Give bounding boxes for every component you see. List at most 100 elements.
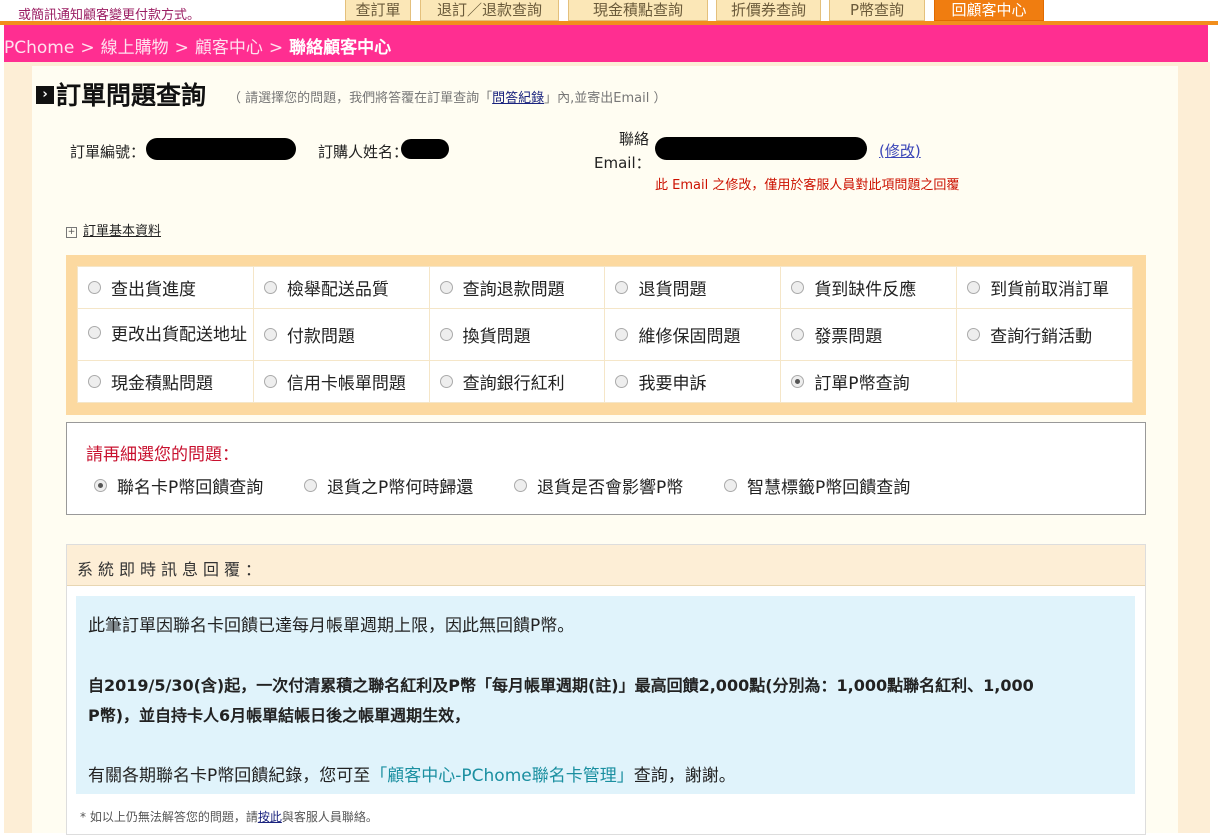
question-label: 現金積點問題 — [111, 374, 213, 394]
question-label: 付款問題 — [286, 327, 355, 347]
question-label: 查詢行銷活動 — [990, 327, 1093, 347]
radio-selected-icon[interactable] — [791, 375, 805, 388]
question-empty-cell — [956, 360, 1133, 403]
response-p3-post: 查詢，謝謝。 — [633, 766, 736, 786]
buyer-name-redacted — [401, 139, 449, 159]
tab-coupon-query[interactable]: 折價券查詢 — [716, 0, 821, 21]
sub-question-title: 請再細選您的問題： — [86, 445, 239, 465]
footnote: * 如以上仍無法解答您的問題，請按此與客服人員聯絡。 — [80, 808, 378, 825]
radio-icon[interactable] — [439, 375, 453, 388]
breadcrumb-separator: > — [80, 38, 95, 58]
page-title: 訂單問題查詢 — [56, 81, 207, 110]
response-paragraph-2-line-1: 自2019/5/30(含)起，一次付清累積之聯名紅利及P幣「每月帳單週期(註)」… — [88, 676, 1034, 695]
question-label: 信用卡帳單問題 — [286, 374, 406, 394]
response-paragraph-3: 有關各期聯名卡P幣回饋紀錄，您可至「顧客中心-PChome聯名卡管理」查詢，謝謝… — [88, 761, 736, 786]
question-grid: 查出貨進度 檢舉配送品質 查詢退款問題 退貨問題 貨到缺件反應 到貨前取消訂單 … — [77, 266, 1133, 403]
question-option[interactable]: 更改出貨配送地址 — [77, 308, 254, 361]
tab-order-query[interactable]: 查訂單 — [345, 0, 411, 21]
radio-selected-icon[interactable] — [94, 479, 107, 492]
question-option[interactable]: 查詢行銷活動 — [956, 308, 1133, 361]
sub-option[interactable]: 退貨是否會影響P幣 — [510, 473, 683, 498]
title-arrow-icon: › — [36, 86, 54, 104]
contact-service-link[interactable]: 按此 — [258, 810, 282, 824]
radio-icon[interactable] — [88, 375, 101, 388]
response-p3-pre: 有關各期聯名卡P幣回饋紀錄，您可至 — [88, 766, 371, 786]
buyer-name-label: 訂購人姓名： — [318, 143, 409, 161]
question-label: 查出貨進度 — [111, 280, 196, 300]
radio-icon[interactable] — [263, 328, 277, 341]
email-note: 此 Email 之修改，僅用於客服人員對此項問題之回覆 — [655, 178, 960, 193]
radio-icon[interactable] — [724, 479, 737, 492]
edit-email-link[interactable]: (修改) — [879, 140, 921, 161]
response-paragraph-2-line-2: P幣)，並自持卡人6月帳單結帳日後之帳單週期生效， — [88, 706, 471, 725]
tab-customer-center[interactable]: 回顧客中心 — [934, 0, 1044, 21]
question-option[interactable]: 維修保固問題 — [604, 308, 782, 361]
question-label: 換貨問題 — [462, 327, 531, 347]
question-option[interactable]: 我要申訴 — [604, 360, 782, 403]
response-paragraph-1: 此筆訂單因聯名卡回饋已達每月帳單週期上限，因此無回饋P幣。 — [88, 616, 575, 636]
question-option[interactable]: 換貨問題 — [428, 308, 606, 361]
footnote-pre: * 如以上仍無法解答您的問題，請 — [80, 810, 258, 824]
question-label: 維修保固問題 — [638, 327, 741, 347]
radio-icon[interactable] — [967, 328, 981, 341]
radio-icon[interactable] — [263, 375, 277, 388]
breadcrumb-pchome[interactable]: PChome — [4, 38, 74, 58]
question-option[interactable]: 付款問題 — [252, 308, 430, 361]
radio-icon[interactable] — [615, 281, 629, 294]
sub-option-label: 聯名卡P幣回饋查詢 — [117, 478, 264, 498]
title-note-pre: （ 請選擇您的問題，我們將答覆在訂單查詢「 — [228, 91, 493, 106]
radio-icon[interactable] — [514, 479, 527, 492]
qa-record-link[interactable]: 問答紀錄 — [492, 91, 544, 106]
radio-icon[interactable] — [439, 328, 453, 341]
radio-icon[interactable] — [88, 325, 101, 339]
card-management-link[interactable]: 「顧客中心-PChome聯名卡管理」 — [370, 766, 633, 786]
breadcrumb-current: 聯絡顧客中心 — [289, 38, 392, 58]
response-title: 系統即時訊息回覆： — [77, 560, 267, 579]
question-option[interactable]: 到貨前取消訂單 — [956, 266, 1133, 309]
tab-pcoin-query[interactable]: P幣查詢 — [829, 0, 925, 21]
sub-option[interactable]: 智慧標籤P幣回饋查詢 — [720, 473, 910, 498]
question-option[interactable]: 查出貨進度 — [77, 266, 254, 309]
radio-icon[interactable] — [791, 281, 805, 294]
question-option[interactable]: 查詢退款問題 — [428, 266, 606, 309]
title-note: （ 請選擇您的問題，我們將答覆在訂單查詢「問答紀錄」內,並寄出Email ） — [228, 87, 667, 106]
sub-option[interactable]: 退貨之P幣何時歸還 — [300, 473, 473, 498]
radio-icon[interactable] — [791, 328, 805, 341]
sub-option-selected[interactable]: 聯名卡P幣回饋查詢 — [90, 473, 263, 498]
email-redacted — [655, 137, 867, 160]
question-option[interactable]: 發票問題 — [780, 308, 958, 361]
question-option[interactable]: 查詢銀行紅利 — [428, 360, 606, 403]
order-basic-toggle[interactable]: + 訂單基本資料 — [66, 220, 161, 239]
order-no-label: 訂單編號： — [70, 143, 146, 161]
radio-icon[interactable] — [439, 281, 453, 294]
tab-refund-query[interactable]: 退訂／退款查詢 — [420, 0, 559, 21]
sub-option-label: 退貨是否會影響P幣 — [537, 478, 684, 498]
email-label-line1: 聯絡 — [619, 130, 650, 148]
breadcrumb-separator: > — [174, 38, 189, 58]
radio-icon[interactable] — [263, 281, 277, 294]
question-label: 貨到缺件反應 — [814, 280, 917, 300]
tab-cash-points[interactable]: 現金積點查詢 — [568, 0, 708, 21]
question-option[interactable]: 檢舉配送品質 — [252, 266, 430, 309]
title-note-post: 」內,並寄出Email ） — [544, 91, 667, 106]
question-option-selected[interactable]: 訂單P幣查詢 — [780, 360, 958, 403]
radio-icon[interactable] — [88, 281, 101, 294]
question-option[interactable]: 貨到缺件反應 — [780, 266, 958, 309]
sub-question-box — [66, 422, 1146, 515]
question-label: 查詢銀行紅利 — [462, 374, 565, 394]
radio-icon[interactable] — [967, 281, 981, 294]
radio-icon[interactable] — [615, 328, 629, 341]
footnote-post: 與客服人員聯絡。 — [281, 810, 378, 824]
question-label: 更改出貨配送地址 — [111, 324, 247, 345]
radio-icon[interactable] — [304, 479, 317, 492]
order-no-redacted — [146, 138, 296, 160]
breadcrumb-customer-center[interactable]: 顧客中心 — [195, 38, 263, 58]
question-option[interactable]: 退貨問題 — [604, 266, 782, 309]
breadcrumb: PChome > 線上購物 > 顧客中心 > 聯絡顧客中心 — [4, 33, 391, 58]
question-option[interactable]: 現金積點問題 — [77, 360, 254, 403]
question-label: 我要申訴 — [638, 374, 707, 394]
breadcrumb-online-shopping[interactable]: 線上購物 — [101, 38, 169, 58]
radio-icon[interactable] — [615, 375, 629, 388]
question-option[interactable]: 信用卡帳單問題 — [252, 360, 430, 403]
order-basic-label: 訂單基本資料 — [83, 224, 162, 239]
